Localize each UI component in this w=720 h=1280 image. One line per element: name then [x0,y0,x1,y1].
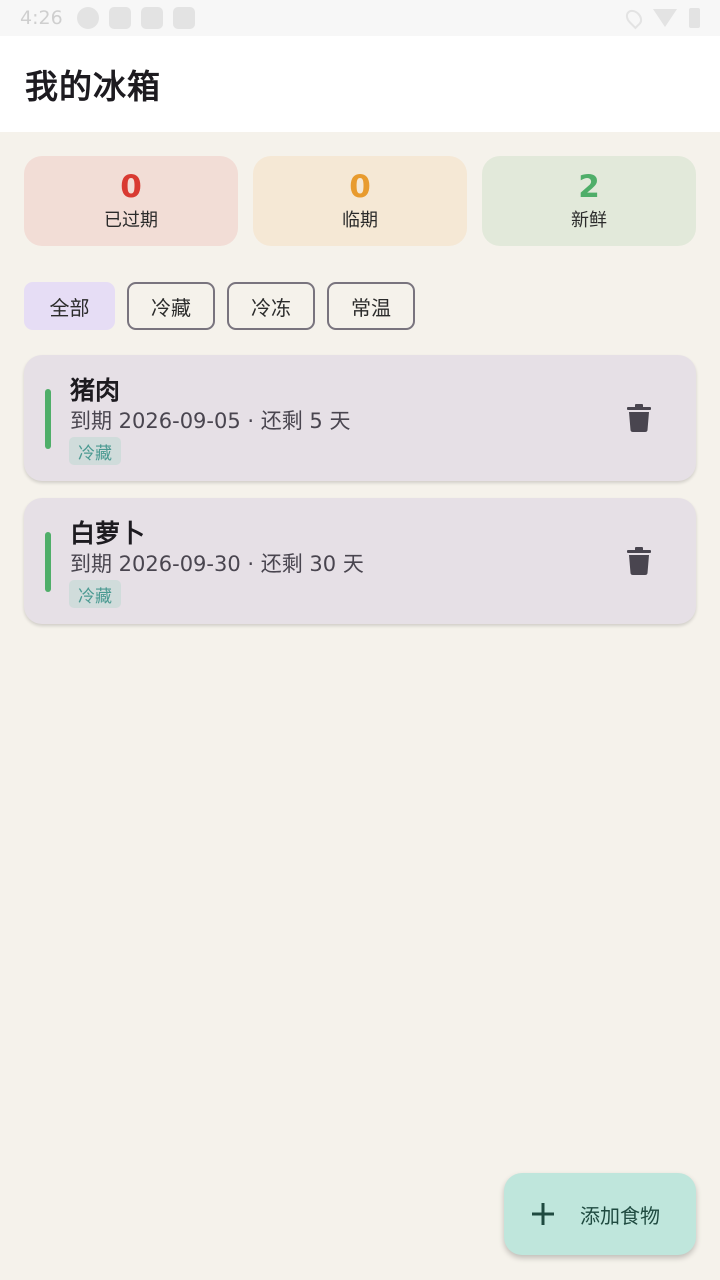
freshness-indicator [45,389,51,449]
battery-icon [689,8,700,28]
food-name: 白萝卜 [70,519,146,548]
filter-chips: 全部 冷藏 冷冻 常温 [24,282,415,330]
stat-card-expired: 0 已过期 [24,156,238,246]
food-card[interactable]: 白萝卜 到期 2026-09-30 · 还剩 30 天 冷藏 [24,498,696,624]
freshness-indicator [45,532,51,592]
expired-label: 已过期 [104,210,158,231]
food-expiry: 到期 2026-09-30 · 还剩 30 天 [70,552,364,576]
add-food-button[interactable]: 添加食物 [504,1173,696,1255]
filter-chip-fridge[interactable]: 冷藏 [127,282,215,330]
filter-chip-all[interactable]: 全部 [24,282,115,330]
app-bar: 我的冰箱 [0,36,720,132]
trash-icon [627,547,651,575]
filter-chip-room-temp[interactable]: 常温 [327,282,415,330]
filter-chip-freezer[interactable]: 冷冻 [227,282,315,330]
sim-icon [108,7,131,29]
food-expiry: 到期 2026-09-05 · 还剩 5 天 [70,409,351,433]
food-card[interactable]: 猪肉 到期 2026-09-05 · 还剩 5 天 冷藏 [24,355,696,481]
notification-icon [140,7,163,29]
expiring-count: 0 [349,169,371,205]
status-time: 4:26 [20,7,63,29]
plus-icon [532,1203,554,1225]
trash-icon [627,404,651,432]
expired-count: 0 [120,169,142,205]
location-icon [622,6,646,30]
delete-button[interactable] [620,399,658,437]
delete-button[interactable] [620,542,658,580]
add-food-label: 添加食物 [580,1203,660,1228]
fresh-label: 新鲜 [571,210,607,231]
expiring-label: 临期 [342,210,378,231]
sync-icon [76,7,99,29]
stats-row: 0 已过期 0 临期 2 新鲜 [24,156,696,246]
notification-icon-2 [172,7,195,29]
fresh-count: 2 [578,169,600,205]
page-title: 我的冰箱 [25,67,161,106]
stat-card-expiring: 0 临期 [253,156,467,246]
stat-card-fresh: 2 新鲜 [482,156,696,246]
wifi-icon [653,9,677,27]
storage-tag: 冷藏 [69,437,121,465]
storage-tag: 冷藏 [69,580,121,608]
food-name: 猪肉 [70,376,121,405]
status-bar: 4:26 [0,0,720,36]
